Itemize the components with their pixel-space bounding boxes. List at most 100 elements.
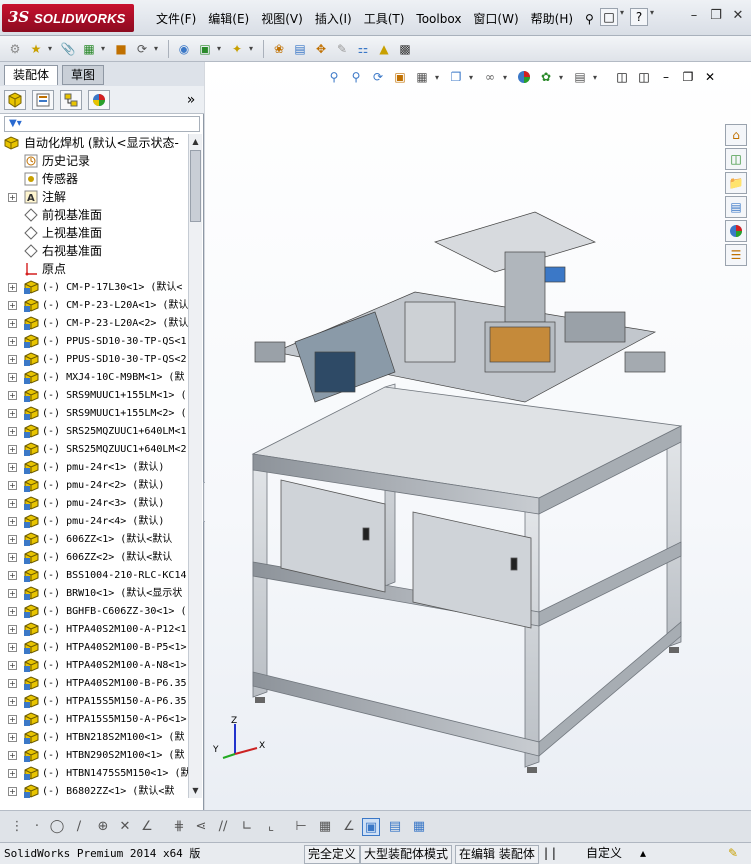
show-hidden-icon[interactable]: ◉ bbox=[175, 40, 193, 58]
offset-icon[interactable]: ⋖ bbox=[192, 818, 210, 836]
expand-toggle-icon[interactable]: + bbox=[8, 787, 17, 796]
tree-component-row[interactable]: + (-) pmu-24r<1> (默认) bbox=[0, 458, 188, 476]
reference-dropdown-icon[interactable]: ▾ bbox=[249, 44, 257, 53]
tree-component-row[interactable]: + (-) HTPA40S2M100-A-P12<1 bbox=[0, 620, 188, 638]
shaded-view-icon[interactable]: ▣ bbox=[362, 818, 380, 836]
expand-toggle-icon[interactable]: + bbox=[8, 661, 17, 670]
scroll-up-icon[interactable]: ▲ bbox=[190, 135, 201, 148]
solidworks-logo[interactable]: 3S SOLIDWORKS bbox=[2, 4, 134, 32]
large-assembly-icon[interactable]: ▩ bbox=[396, 40, 414, 58]
assembly-features-icon[interactable]: ▣ bbox=[196, 40, 214, 58]
new-document-icon[interactable]: □ bbox=[600, 8, 618, 26]
tree-component-row[interactable]: + (-) SRS9MUUC1+155LM<1> ( bbox=[0, 386, 188, 404]
angle-icon[interactable]: ∠ bbox=[138, 818, 156, 836]
expand-toggle-icon[interactable]: + bbox=[8, 625, 17, 634]
minimize-icon[interactable]: – bbox=[685, 8, 703, 26]
expand-toggle-icon[interactable]: + bbox=[8, 427, 17, 436]
tree-component-row[interactable]: + (-) BRW10<1> (默认<显示状 bbox=[0, 584, 188, 602]
tree-component-row[interactable]: + (-) pmu-24r<3> (默认) bbox=[0, 494, 188, 512]
expand-toggle-icon[interactable]: + bbox=[8, 301, 17, 310]
tree-component-row[interactable]: + (-) BSS1004-210-RLC-KC14 bbox=[0, 566, 188, 584]
single-view-icon[interactable]: ▤ bbox=[386, 818, 404, 836]
configuration-manager-icon[interactable] bbox=[60, 90, 82, 110]
move-dropdown-icon[interactable]: ▾ bbox=[154, 44, 162, 53]
display-style-icon[interactable]: ∞ bbox=[481, 68, 499, 86]
close-icon[interactable]: ✕ bbox=[729, 8, 747, 26]
expand-toggle-icon[interactable]: + bbox=[8, 193, 17, 202]
view-palette-icon[interactable]: ▤ bbox=[725, 196, 747, 218]
pin-icon[interactable]: ⚲ bbox=[579, 10, 600, 28]
menu-file[interactable]: 文件(F) bbox=[150, 10, 202, 28]
view-orientation-icon[interactable]: ❐ bbox=[447, 68, 465, 86]
design-library-icon[interactable]: ◫ bbox=[725, 148, 747, 170]
expand-toggle-icon[interactable]: + bbox=[8, 445, 17, 454]
tree-component-row[interactable]: + (-) pmu-24r<4> (默认) bbox=[0, 512, 188, 530]
new-motion-study-icon[interactable]: ❀ bbox=[270, 40, 288, 58]
menu-help[interactable]: 帮助(H) bbox=[525, 10, 579, 28]
component-pattern-icon[interactable]: ▦ bbox=[80, 40, 98, 58]
insert-component-icon[interactable]: ★ bbox=[27, 40, 45, 58]
menu-view[interactable]: 视图(V) bbox=[255, 10, 309, 28]
tree-component-row[interactable]: + (-) SRS9MUUC1+155LM<2> ( bbox=[0, 404, 188, 422]
expand-toggle-icon[interactable]: + bbox=[8, 535, 17, 544]
zoom-to-fit-icon[interactable]: ⚲ bbox=[325, 68, 343, 86]
doc-minimize-icon[interactable]: – bbox=[657, 68, 675, 86]
tree-component-row[interactable]: + (-) HTBN218S2M100<1> (默 bbox=[0, 728, 188, 746]
angular-dim-icon[interactable]: ∠ bbox=[340, 818, 358, 836]
custom-properties-icon[interactable]: ☰ bbox=[725, 244, 747, 266]
property-manager-icon[interactable] bbox=[32, 90, 54, 110]
expand-toggle-icon[interactable]: + bbox=[8, 373, 17, 382]
mate-icon[interactable]: 📎 bbox=[59, 40, 77, 58]
perpendicular-icon[interactable]: ∟ bbox=[238, 818, 256, 836]
instant3d-icon[interactable]: ▲ bbox=[375, 40, 393, 58]
expand-toggle-icon[interactable]: + bbox=[8, 769, 17, 778]
view-settings-dropdown-icon[interactable]: ▾ bbox=[593, 73, 601, 82]
move-component-icon[interactable]: ⟳ bbox=[133, 40, 151, 58]
extend-icon[interactable]: ⋕ bbox=[170, 818, 188, 836]
explode-line-icon[interactable]: ✎ bbox=[333, 40, 351, 58]
previous-view-icon[interactable]: ⟳ bbox=[369, 68, 387, 86]
tree-component-row[interactable]: + (-) HTPA40S2M100-A-N8<1> bbox=[0, 656, 188, 674]
expand-toggle-icon[interactable]: + bbox=[8, 553, 17, 562]
split-horizontal-icon[interactable]: ◫ bbox=[635, 68, 653, 86]
tree-feature-row[interactable]: 右视基准面 bbox=[0, 242, 188, 260]
tree-component-row[interactable]: + (-) HTPA40S2M100-B-P6.35 bbox=[0, 674, 188, 692]
expand-toggle-icon[interactable]: + bbox=[8, 733, 17, 742]
tree-component-row[interactable]: + (-) HTPA15S5M150-A-P6<1> bbox=[0, 710, 188, 728]
circle-icon[interactable]: ◯ bbox=[48, 818, 66, 836]
menu-tools[interactable]: 工具(T) bbox=[358, 10, 411, 28]
tree-feature-row[interactable]: 历史记录 bbox=[0, 152, 188, 170]
insert-dropdown-icon[interactable]: ▾ bbox=[48, 44, 56, 53]
expand-toggle-icon[interactable]: + bbox=[8, 715, 17, 724]
exploded-view-icon[interactable]: ✥ bbox=[312, 40, 330, 58]
dashed-corner-icon[interactable]: ⌞ bbox=[262, 818, 280, 836]
tree-feature-row[interactable]: + A 注解 bbox=[0, 188, 188, 206]
grid-icon[interactable]: ▦ bbox=[316, 818, 334, 836]
center-point-icon[interactable]: ⊕ bbox=[94, 818, 112, 836]
features-dropdown-icon[interactable]: ▾ bbox=[217, 44, 225, 53]
doc-close-icon[interactable]: ✕ bbox=[701, 68, 719, 86]
trim-icon[interactable]: ✕ bbox=[116, 818, 134, 836]
expand-toggle-icon[interactable]: + bbox=[8, 409, 17, 418]
four-view-icon[interactable]: ▦ bbox=[410, 818, 428, 836]
expand-toggle-icon[interactable]: + bbox=[8, 697, 17, 706]
interference-detection-icon[interactable]: ⚏ bbox=[354, 40, 372, 58]
pattern-dropdown-icon[interactable]: ▾ bbox=[101, 44, 109, 53]
expand-toggle-icon[interactable]: + bbox=[8, 481, 17, 490]
tree-component-row[interactable]: + (-) MXJ4-10C-M9BM<1> (默 bbox=[0, 368, 188, 386]
doc-restore-icon[interactable]: ❐ bbox=[679, 68, 697, 86]
help-dropdown-icon[interactable]: ▾ bbox=[650, 8, 658, 26]
tree-component-row[interactable]: + (-) 606ZZ<2> (默认<默认 bbox=[0, 548, 188, 566]
unit-system[interactable]: 自定义 bbox=[586, 845, 622, 862]
expand-toggle-icon[interactable]: + bbox=[8, 517, 17, 526]
appearances-icon[interactable] bbox=[725, 220, 747, 242]
expand-toggle-icon[interactable]: + bbox=[8, 499, 17, 508]
expand-toggle-icon[interactable]: + bbox=[8, 571, 17, 580]
edit-component-icon[interactable]: ⚙ bbox=[6, 40, 24, 58]
tree-component-row[interactable]: + (-) BGHFB-C606ZZ-30<1> ( bbox=[0, 602, 188, 620]
tree-component-row[interactable]: + (-) CM-P-23-L20A<1> (默认 bbox=[0, 296, 188, 314]
solidworks-resources-icon[interactable]: ⌂ bbox=[725, 124, 747, 146]
dynamic-annotation-icon[interactable]: ▦ bbox=[413, 68, 431, 86]
tree-component-row[interactable]: + (-) PPUS-SD10-30-TP-QS<2 bbox=[0, 350, 188, 368]
tree-component-row[interactable]: + (-) SRS25MQZUUC1+640LM<1 bbox=[0, 422, 188, 440]
